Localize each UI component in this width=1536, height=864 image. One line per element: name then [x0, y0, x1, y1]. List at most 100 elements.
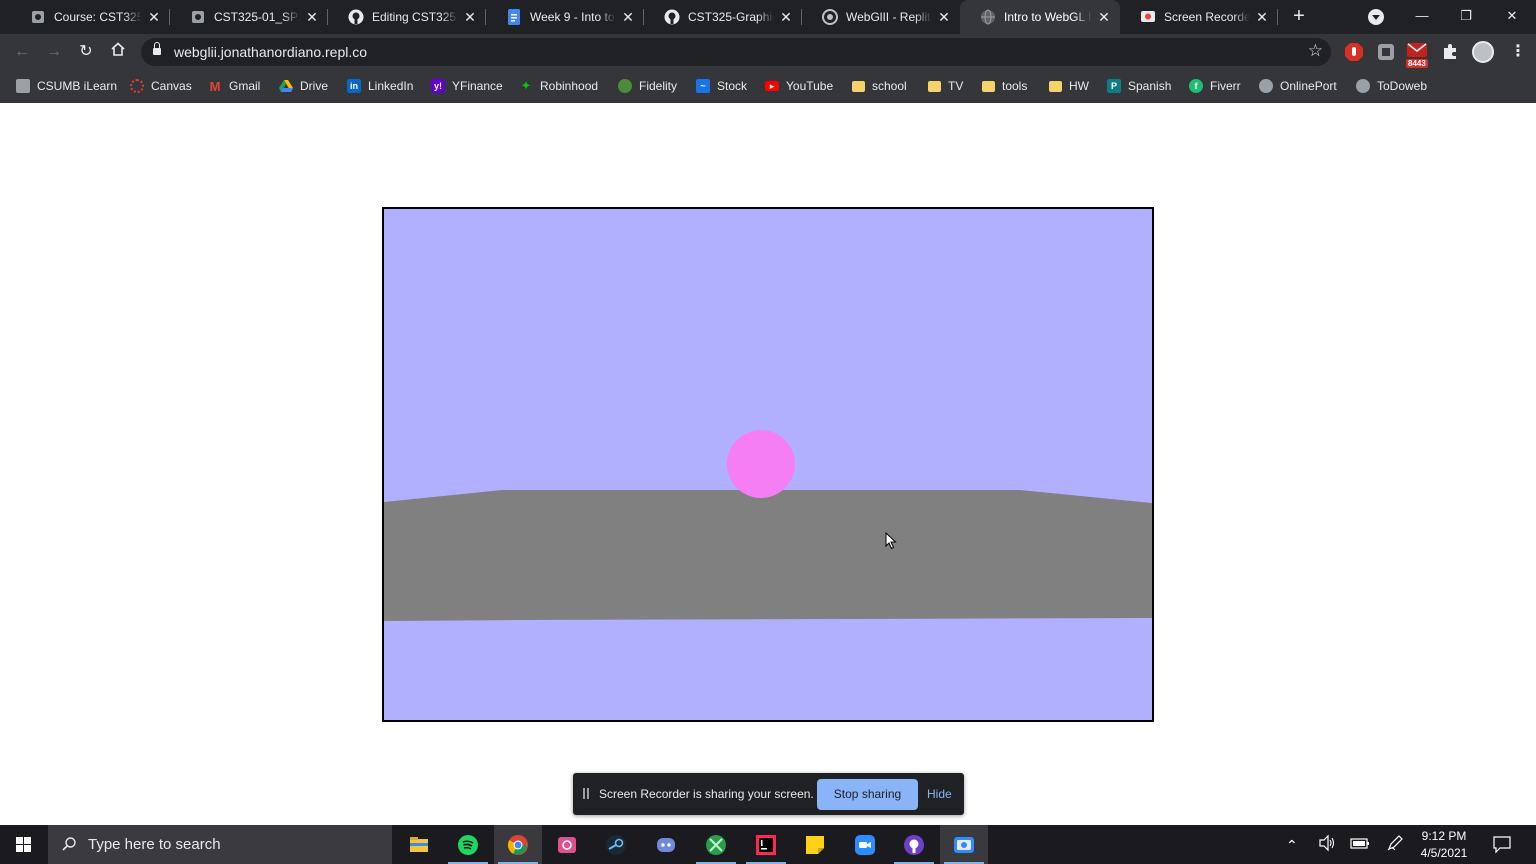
taskbar-intellij[interactable] [742, 825, 790, 864]
tab-week9-doc[interactable]: Week 9 - Into to V ✕ [486, 0, 644, 34]
tab-cst325-graphics[interactable]: CST325-Graphics ✕ [644, 0, 802, 34]
discord-icon [657, 838, 675, 852]
start-button[interactable] [0, 825, 48, 864]
pen-workspace-icon[interactable] [1386, 834, 1404, 864]
bookmark-robinhood[interactable]: ✦ Robinhood [519, 76, 599, 96]
chrome-menu-icon[interactable]: ⋮ [1508, 42, 1528, 62]
bookmark-folder-tools[interactable]: tools [982, 76, 1027, 96]
stop-sharing-button[interactable]: Stop sharing [817, 779, 918, 810]
tab-intro-webgl-active[interactable]: Intro to WebGL II ✕ [960, 0, 1120, 34]
back-button[interactable]: ← [12, 42, 32, 62]
minimize-button[interactable]: — [1412, 6, 1432, 26]
taskbar-github-desktop[interactable] [890, 825, 938, 864]
tab-cst325-sp21[interactable]: CST325-01_SP21: ✕ [170, 0, 328, 34]
tab-replit[interactable]: WebGlII - Replit ✕ [802, 0, 960, 34]
taskbar-sticky-notes[interactable] [791, 825, 839, 864]
globe-icon [980, 9, 996, 25]
bookmark-gmail[interactable]: M Gmail [208, 76, 261, 96]
address-bar[interactable]: webglii.jonathanordiano.repl.co ☆ [141, 38, 1331, 66]
drive-icon [279, 79, 293, 93]
taskbar-zoom[interactable] [841, 825, 889, 864]
tab-title: Editing CST325-G [372, 10, 458, 24]
tab-close-icon[interactable]: ✕ [778, 9, 794, 25]
bookmark-drive[interactable]: Drive [279, 76, 328, 96]
bookmark-folder-school[interactable]: school [852, 76, 907, 96]
tab-close-icon[interactable]: ✕ [462, 9, 478, 25]
taskbar-xbox[interactable] [692, 825, 740, 864]
webgl-scene [384, 209, 1152, 720]
taskbar-chrome[interactable] [494, 825, 542, 864]
robinhood-icon: ✦ [520, 78, 532, 93]
tab-close-icon[interactable]: ✕ [620, 9, 636, 25]
url-text: webglii.jonathanordiano.repl.co [174, 44, 368, 60]
webgl-canvas[interactable] [382, 207, 1154, 722]
hide-button[interactable]: Hide [927, 787, 952, 801]
tab-close-icon[interactable]: ✕ [1096, 9, 1112, 25]
bookmark-linkedin[interactable]: in LinkedIn [347, 76, 413, 96]
taskbar-steam[interactable] [592, 825, 640, 864]
tab-close-icon[interactable]: ✕ [304, 9, 320, 25]
bookmark-folder-hw[interactable]: HW [1049, 76, 1089, 96]
extensions-puzzle-icon[interactable] [1440, 42, 1460, 62]
restore-button[interactable]: ❐ [1456, 6, 1476, 26]
bookmark-canvas[interactable]: Canvas [130, 76, 192, 96]
ground-plane [384, 490, 1152, 621]
mail-badge: 8443 [1406, 59, 1428, 68]
show-hidden-icons-button[interactable]: ⌃ [1286, 837, 1298, 864]
forward-button[interactable]: → [44, 42, 64, 62]
bookmark-onlineport[interactable]: OnlinePort [1259, 76, 1337, 96]
gmail-icon: M [209, 78, 221, 94]
bookmark-yfinance[interactable]: y! YFinance [431, 76, 503, 96]
taskbar-file-explorer[interactable] [395, 825, 443, 864]
system-clock[interactable]: 9:12 PM 4/5/2021 [1412, 828, 1476, 862]
tab-search-button[interactable] [1368, 9, 1384, 25]
taskbar-photos[interactable] [543, 825, 591, 864]
spotify-icon [458, 835, 478, 855]
google-docs-icon [506, 9, 522, 25]
tab-close-icon[interactable]: ✕ [146, 9, 162, 25]
bookmark-label: Fiverr [1210, 79, 1241, 93]
bookmark-fiverr[interactable]: f Fiverr [1189, 76, 1241, 96]
replit-icon [822, 9, 838, 25]
bookmark-label: Canvas [151, 79, 192, 93]
bookmark-todoweb[interactable]: ToDoweb [1356, 76, 1427, 96]
spanish-icon: P [1107, 79, 1121, 93]
bookmark-spanish[interactable]: P Spanish [1107, 76, 1171, 96]
taskbar-discord[interactable] [642, 825, 690, 864]
tab-course[interactable]: Course: CST325-0 ✕ [10, 0, 170, 34]
bookmark-fidelity[interactable]: Fidelity [618, 76, 677, 96]
sticky-notes-icon [806, 836, 824, 854]
tab-editing-github[interactable]: Editing CST325-G ✕ [328, 0, 486, 34]
screen-recorder-icon [1140, 9, 1156, 25]
chrome-icon [507, 835, 528, 855]
reload-button[interactable]: ↻ [76, 42, 96, 62]
bookmark-folder-tv[interactable]: TV [928, 76, 963, 96]
bookmark-label: Drive [300, 79, 329, 93]
bookmark-csumb-ilearn[interactable]: CSUMB iLearn [16, 76, 117, 96]
mail-extension-icon[interactable]: 8443 [1406, 42, 1428, 68]
extension-icon[interactable] [1376, 42, 1396, 62]
profile-avatar[interactable] [1472, 41, 1494, 63]
tab-title: Course: CST325-0 [54, 10, 142, 24]
home-button[interactable] [108, 41, 128, 61]
taskbar-screen-recorder[interactable] [940, 825, 988, 864]
tab-screen-recorder[interactable]: Screen Recorder ✕ [1120, 0, 1278, 34]
bookmark-youtube[interactable]: ▸ YouTube [765, 76, 833, 96]
new-tab-button[interactable]: + [1288, 6, 1310, 28]
battery-icon[interactable] [1350, 836, 1370, 864]
tab-close-icon[interactable]: ✕ [1254, 9, 1270, 25]
drag-handle-icon[interactable] [583, 788, 590, 799]
taskbar-spotify[interactable] [444, 825, 492, 864]
file-explorer-icon [410, 837, 428, 852]
adblock-extension-icon[interactable] [1344, 42, 1364, 62]
notifications-icon[interactable] [1492, 834, 1512, 864]
folder-icon [1049, 80, 1062, 92]
close-window-button[interactable]: ✕ [1502, 6, 1522, 26]
volume-icon[interactable] [1318, 834, 1336, 864]
tab-close-icon[interactable]: ✕ [936, 9, 952, 25]
bookmark-stock[interactable]: ~ Stock [696, 76, 747, 96]
linkedin-icon: in [347, 79, 361, 93]
bookmark-star-icon[interactable]: ☆ [1308, 41, 1323, 61]
tab-title: Intro to WebGL II [1004, 10, 1092, 24]
taskbar-search[interactable]: Type here to search [48, 825, 392, 864]
